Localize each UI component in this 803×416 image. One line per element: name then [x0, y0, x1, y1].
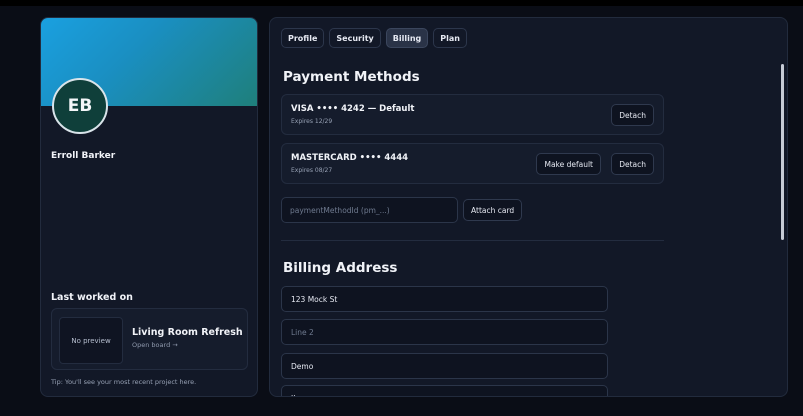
- address-line1-input[interactable]: [281, 286, 608, 312]
- tip-text: Tip: You'll see your most recent project…: [51, 378, 197, 386]
- scrollbar[interactable]: [781, 64, 784, 384]
- tab-plan[interactable]: Plan: [433, 28, 467, 48]
- open-board-link[interactable]: Open board →: [132, 341, 178, 349]
- make-default-button[interactable]: Make default: [536, 153, 601, 175]
- preview-label: No preview: [71, 336, 111, 345]
- billing-address-title: Billing Address: [283, 260, 398, 276]
- payment-method-row: VISA •••• 4242 — Default Expires 12/29 D…: [281, 94, 664, 135]
- avatar: EB: [52, 78, 108, 134]
- address-line2-input[interactable]: [281, 319, 608, 345]
- detach-button[interactable]: Detach: [611, 104, 654, 126]
- scrollbar-thumb[interactable]: [781, 64, 784, 240]
- project-name: Living Room Refresh: [132, 327, 243, 338]
- user-name: Erroll Barker: [51, 151, 116, 161]
- tab-profile[interactable]: Profile: [281, 28, 325, 48]
- last-worked-title: Last worked on: [51, 292, 133, 303]
- tab-security[interactable]: Security: [329, 28, 381, 48]
- detach-button[interactable]: Detach: [611, 153, 654, 175]
- city-input[interactable]: [281, 353, 608, 379]
- payment-method-name: MASTERCARD •••• 4444: [291, 153, 409, 163]
- payment-methods-title: Payment Methods: [283, 69, 420, 85]
- profile-card: EB Erroll Barker Last worked on No previ…: [40, 17, 258, 397]
- app-frame: EB Erroll Barker Last worked on No previ…: [0, 0, 803, 416]
- recent-project-card[interactable]: No preview Living Room Refresh Open boar…: [51, 308, 248, 370]
- settings-panel: Profile Security Billing Plan Payment Me…: [269, 17, 788, 397]
- section-divider: [281, 240, 664, 241]
- payment-method-id-input[interactable]: [281, 197, 458, 223]
- top-strip: [0, 0, 803, 6]
- payment-method-expiry: Expires 08/27: [291, 167, 333, 174]
- payment-method-expiry: Expires 12/29: [291, 118, 333, 125]
- payment-method-row: MASTERCARD •••• 4444 Expires 08/27 Make …: [281, 143, 664, 184]
- payment-method-name: VISA •••• 4242 — Default: [291, 104, 415, 114]
- state-input[interactable]: [281, 385, 608, 396]
- project-preview: No preview: [59, 317, 123, 364]
- attach-card-button[interactable]: Attach card: [463, 199, 523, 221]
- settings-tabs: Profile Security Billing Plan: [281, 28, 467, 48]
- tab-billing[interactable]: Billing: [385, 28, 429, 48]
